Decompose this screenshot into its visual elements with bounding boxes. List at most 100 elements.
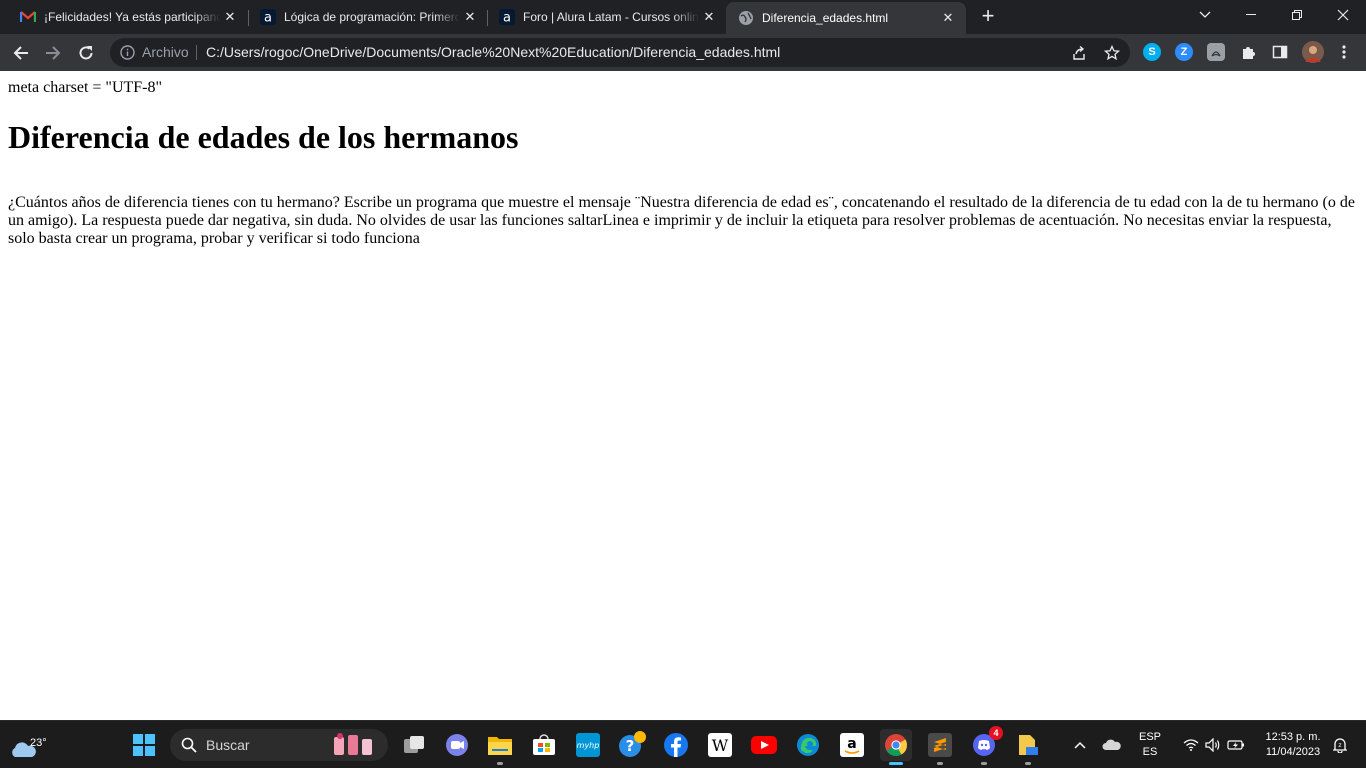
- search-icon: [181, 737, 197, 753]
- language-code: ESP: [1138, 731, 1161, 743]
- tab-title: Lógica de programación: Primeros pasos: [284, 10, 460, 24]
- amazon-icon: a: [840, 733, 864, 757]
- amazon-button[interactable]: a: [836, 729, 868, 761]
- taskbar-search[interactable]: Buscar: [170, 729, 388, 761]
- weather-widget[interactable]: 23°: [8, 729, 47, 761]
- search-highlight-icon: [334, 733, 372, 755]
- side-panel-icon[interactable]: [1271, 43, 1289, 61]
- exercise-paragraph: ¿Cuántos años de diferencia tienes con t…: [8, 194, 1355, 247]
- wikipedia-button[interactable]: W: [704, 729, 736, 761]
- info-icon[interactable]: [120, 45, 135, 60]
- edge-button[interactable]: [792, 729, 824, 761]
- myhp-button[interactable]: myhp: [572, 729, 604, 761]
- file-explorer-button[interactable]: [484, 729, 516, 765]
- zoom-extension-icon[interactable]: Z: [1175, 43, 1193, 61]
- file-app-button[interactable]: [1012, 729, 1044, 765]
- input-language-indicator[interactable]: ESP ES: [1134, 730, 1166, 760]
- restore-button[interactable]: [1274, 0, 1320, 30]
- onedrive-button[interactable]: [1098, 729, 1126, 761]
- star-icon[interactable]: [1103, 44, 1121, 62]
- chat-icon: [446, 734, 468, 756]
- close-window-button[interactable]: [1320, 0, 1366, 30]
- weather-temperature: 23°: [30, 737, 47, 749]
- notifications-button[interactable]: z: [1330, 729, 1350, 761]
- tab-search-button[interactable]: [1182, 0, 1228, 30]
- close-icon[interactable]: ✕: [222, 9, 238, 25]
- forward-button[interactable]: [40, 40, 66, 66]
- reload-button[interactable]: [73, 40, 99, 66]
- bell-icon: z: [1333, 738, 1347, 753]
- chrome-button[interactable]: [880, 729, 912, 765]
- show-hidden-icons-button[interactable]: [1068, 729, 1092, 761]
- wikipedia-icon: W: [708, 733, 732, 757]
- skype-extension-icon[interactable]: S: [1143, 43, 1161, 61]
- tab-title: Diferencia_edades.html: [762, 11, 889, 25]
- extensions-puzzle-icon[interactable]: [1239, 43, 1257, 61]
- tab-logica-programacion[interactable]: a Lógica de programación: Primeros pasos…: [240, 0, 488, 34]
- document-folder-icon: [1019, 735, 1038, 755]
- acrobat-extension-icon[interactable]: [1207, 43, 1225, 61]
- clock-date: 11/04/2023: [1265, 746, 1321, 758]
- minimize-icon: [1246, 14, 1256, 15]
- folder-icon: [488, 737, 512, 755]
- arrow-left-icon: [13, 46, 28, 60]
- chrome-icon: [885, 734, 907, 756]
- svg-text:?: ?: [626, 737, 635, 755]
- meta-text: meta charset = "UTF-8": [8, 79, 163, 96]
- url-text[interactable]: C:/Users/rogoc/OneDrive/Documents/Oracle…: [206, 44, 780, 60]
- myhp-icon: myhp: [576, 733, 600, 757]
- reload-icon: [79, 46, 93, 60]
- youtube-icon: [751, 736, 777, 754]
- clock-time: 12:53 p. m.: [1265, 731, 1321, 743]
- svg-text:z: z: [1338, 742, 1341, 749]
- discord-button[interactable]: 4: [968, 726, 1003, 765]
- svg-text:W: W: [712, 736, 729, 755]
- tab-gmail[interactable]: ¡Felicidades! Ya estás participando ✕: [0, 0, 248, 34]
- svg-text:a: a: [264, 11, 272, 26]
- get-help-button[interactable]: ?: [616, 729, 648, 761]
- menu-kebab-icon[interactable]: [1335, 43, 1353, 61]
- tab-foro-alura[interactable]: a Foro | Alura Latam - Cursos online ✕: [479, 0, 727, 34]
- back-button[interactable]: [8, 40, 34, 66]
- address-bar[interactable]: Archivo C:/Users/rogoc/OneDrive/Document…: [110, 38, 1130, 67]
- battery-charging-icon: [1227, 740, 1244, 750]
- youtube-button[interactable]: [748, 729, 780, 761]
- help-icon: ?: [619, 731, 646, 757]
- volume-icon: [1205, 738, 1220, 752]
- close-icon[interactable]: ✕: [940, 10, 956, 26]
- onedrive-cloud-icon: [1102, 739, 1121, 750]
- close-icon[interactable]: ✕: [462, 9, 478, 25]
- task-view-button[interactable]: [398, 729, 430, 761]
- clock[interactable]: 12:53 p. m. 11/04/2023: [1254, 730, 1332, 760]
- globe-icon: [738, 10, 754, 26]
- start-button[interactable]: [128, 729, 160, 761]
- restore-icon: [1292, 10, 1302, 20]
- task-view-icon: [404, 736, 424, 753]
- sublime-text-button[interactable]: [924, 729, 956, 765]
- minimize-button[interactable]: [1228, 0, 1274, 30]
- tab-title: Foro | Alura Latam - Cursos online: [523, 10, 699, 24]
- tab-title: ¡Felicidades! Ya estás participando: [44, 10, 220, 24]
- browser-toolbar: Archivo C:/Users/rogoc/OneDrive/Document…: [0, 34, 1366, 71]
- share-icon[interactable]: [1070, 44, 1088, 62]
- svg-text:a: a: [503, 11, 511, 26]
- new-tab-button[interactable]: +: [976, 5, 1000, 29]
- page-heading: Diferencia de edades de los hermanos: [8, 119, 519, 155]
- keyboard-layout-code: ES: [1142, 746, 1158, 758]
- profile-avatar[interactable]: [1302, 41, 1324, 63]
- arrow-right-icon: [46, 46, 61, 60]
- facebook-button[interactable]: [660, 729, 692, 761]
- alura-icon: a: [499, 9, 515, 25]
- tab-diferencia-edades[interactable]: Diferencia_edades.html ✕: [726, 2, 966, 34]
- page-viewport: meta charset = "UTF-8" Diferencia de eda…: [0, 71, 1366, 720]
- gmail-icon: [20, 9, 36, 25]
- file-chip-label: Archivo: [142, 44, 189, 60]
- browser-tabstrip: ¡Felicidades! Ya estás participando ✕ a …: [0, 0, 1366, 34]
- microsoft-store-button[interactable]: [528, 729, 560, 761]
- quick-settings-button[interactable]: [1176, 729, 1252, 761]
- sublime-icon: [928, 733, 952, 757]
- teams-chat-button[interactable]: [441, 729, 473, 761]
- notification-badge: 4: [989, 726, 1003, 740]
- omnibox-divider: [196, 45, 197, 60]
- close-icon[interactable]: ✕: [701, 9, 717, 25]
